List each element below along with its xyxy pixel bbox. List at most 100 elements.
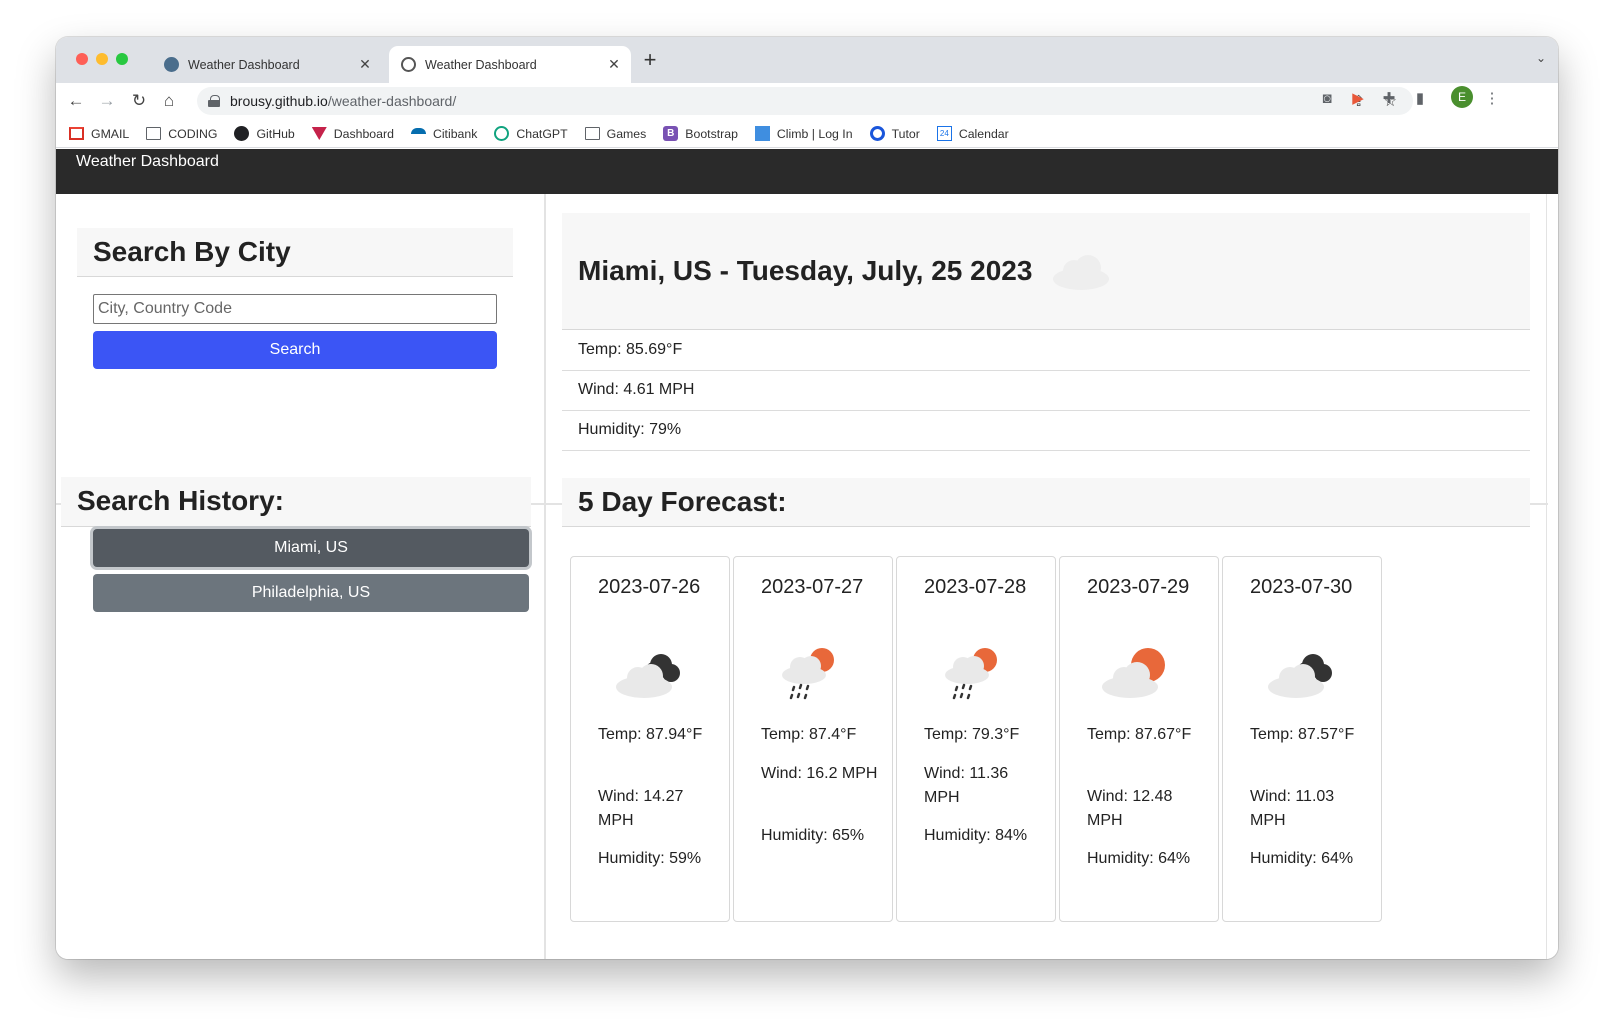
back-arrow-icon[interactable]: ←	[64, 89, 88, 113]
forecast-humidity: Humidity: 59%	[598, 850, 702, 867]
bookmark-github[interactable]: GitHub	[234, 126, 295, 141]
bookmark-games[interactable]: Games	[584, 126, 647, 141]
chatgpt-icon	[494, 126, 510, 141]
bookmark-bootstrap[interactable]: B Bootstrap	[663, 126, 738, 141]
bookmark-label: ChatGPT	[516, 126, 568, 141]
bookmark-tutor[interactable]: Tutor	[869, 126, 920, 141]
current-weather-header: Miami, US - Tuesday, July, 25 2023	[562, 213, 1530, 330]
forecast-wind: Wind: 12.48 MPH	[1087, 788, 1173, 829]
partly-cloudy-icon	[1100, 645, 1180, 701]
search-button[interactable]: Search	[93, 331, 497, 369]
home-icon[interactable]: ⌂	[157, 89, 181, 113]
forecast-card: 2023-07-29 Temp: 87.67°F Wind: 12.48 MPH…	[1059, 556, 1219, 922]
forecast-temp: Temp: 87.94°F	[598, 726, 703, 743]
minimize-window-button[interactable]	[96, 53, 108, 65]
bookmark-label: GitHub	[256, 126, 295, 141]
bookmark-coding[interactable]: CODING	[146, 127, 217, 141]
forecast-humidity: Humidity: 84%	[924, 827, 1028, 844]
column-divider	[544, 194, 546, 959]
forecast-date: 2023-07-30	[1250, 576, 1353, 598]
forecast-temp: Temp: 79.3°F	[924, 726, 1020, 743]
history-item-miami[interactable]: Miami, US	[93, 529, 529, 567]
forecast-wind: Wind: 16.2 MPH	[761, 765, 878, 782]
reload-icon[interactable]: ↻	[127, 89, 151, 113]
bookmark-label: Calendar	[958, 126, 1009, 141]
camera-extension-icon[interactable]: ◙	[1316, 87, 1338, 109]
bookmark-citibank[interactable]: Citibank	[410, 126, 478, 141]
bookmark-dashboard[interactable]: Dashboard	[311, 126, 394, 141]
forecast-wind: Wind: 11.03 MPH	[1250, 788, 1335, 829]
rain-sun-icon	[937, 645, 1017, 701]
github-icon	[234, 126, 250, 141]
close-window-button[interactable]	[76, 53, 88, 65]
dashboard-icon	[311, 127, 327, 140]
folder-icon	[584, 127, 600, 140]
forecast-date: 2023-07-29	[1087, 576, 1190, 598]
forecast-temp: Temp: 87.57°F	[1250, 726, 1355, 743]
forecast-humidity: Humidity: 65%	[761, 827, 865, 844]
tab-close-icon[interactable]: ✕	[356, 56, 374, 73]
forecast-wind: Wind: 11.36 MPH	[924, 765, 1009, 806]
search-history-heading: Search History:	[61, 477, 531, 527]
current-weather-card: Miami, US - Tuesday, July, 25 2023 Temp:…	[562, 213, 1530, 467]
gmail-icon	[69, 127, 84, 140]
forecast-date: 2023-07-26	[598, 576, 701, 598]
new-tab-button[interactable]: +	[638, 49, 662, 73]
bookmark-label: Climb | Log In	[776, 126, 853, 141]
tutor-icon	[869, 126, 885, 141]
browser-window: Weather Dashboard ✕ Weather Dashboard ✕ …	[56, 37, 1558, 959]
browser-tab-1[interactable]: Weather Dashboard ✕	[152, 46, 382, 83]
page-content: Weather Dashboard Search By City Search …	[56, 149, 1558, 959]
tab-title: Weather Dashboard	[188, 57, 300, 72]
bookmark-chatgpt[interactable]: ChatGPT	[494, 126, 568, 141]
browser-toolbar: ← → ↻ ⌂ brousy.github.io/weather-dashboa…	[56, 83, 1558, 120]
bookmarks-bar: GMAIL CODING GitHub Dashboard Citibank C…	[56, 120, 1558, 148]
bookmark-label: Citibank	[432, 126, 478, 141]
folder-icon	[146, 127, 162, 140]
menu-kebab-icon[interactable]: ⋮	[1481, 87, 1503, 109]
broken-clouds-icon	[1263, 645, 1343, 701]
current-city-date: Miami, US - Tuesday, July, 25 2023	[578, 255, 1033, 286]
url-host: brousy.github.io	[230, 93, 328, 109]
brand-title[interactable]: Weather Dashboard	[76, 153, 219, 171]
lock-icon	[208, 95, 220, 107]
calendar-icon: 24	[936, 126, 952, 141]
bookmark-label: Bootstrap	[685, 126, 738, 141]
current-wind: Wind: 4.61 MPH	[562, 370, 1530, 411]
history-item-philadelphia[interactable]: Philadelphia, US	[93, 574, 529, 612]
tab-title: Weather Dashboard	[425, 57, 537, 72]
cloud-icon	[1050, 251, 1112, 291]
page-right-border	[1546, 194, 1547, 959]
forecast-humidity: Humidity: 64%	[1250, 850, 1354, 867]
citibank-icon	[410, 127, 426, 134]
screencast-extension-icon[interactable]: ▶	[1347, 87, 1369, 109]
bookmark-gmail[interactable]: GMAIL	[69, 127, 129, 141]
rain-sun-icon	[774, 645, 854, 701]
forward-arrow-icon[interactable]: →	[95, 89, 119, 113]
tab-strip: Weather Dashboard ✕ Weather Dashboard ✕ …	[56, 37, 1558, 83]
profile-avatar[interactable]: E	[1451, 86, 1473, 108]
browser-tab-2[interactable]: Weather Dashboard ✕	[389, 46, 631, 83]
maximize-window-button[interactable]	[116, 53, 128, 65]
bookmark-climb[interactable]: Climb | Log In	[754, 126, 853, 141]
bookmark-label: Games	[606, 126, 647, 141]
search-heading: Search By City	[77, 228, 513, 277]
tab-close-icon[interactable]: ✕	[605, 56, 623, 73]
extensions-puzzle-icon[interactable]: ✚	[1378, 87, 1400, 109]
broken-clouds-icon	[611, 645, 691, 701]
bookmark-calendar[interactable]: 24 Calendar	[936, 126, 1009, 141]
current-humidity: Humidity: 79%	[562, 410, 1530, 451]
address-bar[interactable]: brousy.github.io/weather-dashboard/ ⇪ ☆	[197, 87, 1413, 115]
climb-icon	[754, 126, 770, 141]
bookmark-label: CODING	[168, 126, 218, 141]
city-search-input[interactable]	[93, 294, 497, 324]
forecast-card: 2023-07-27 Temp: 87.4°F Wind: 16.2 MPH H…	[733, 556, 893, 922]
bookmark-label: Tutor	[891, 126, 920, 141]
bookmark-label: Dashboard	[333, 126, 394, 141]
forecast-heading: 5 Day Forecast:	[562, 478, 1530, 527]
side-panel-icon[interactable]: ▮	[1409, 87, 1431, 109]
forecast-date: 2023-07-27	[761, 576, 864, 598]
tab-search-chevron-icon[interactable]: ⌄	[1536, 51, 1546, 65]
forecast-card: 2023-07-26 Temp: 87.94°F Wind: 14.27 MPH…	[570, 556, 730, 922]
globe-icon	[401, 57, 416, 72]
